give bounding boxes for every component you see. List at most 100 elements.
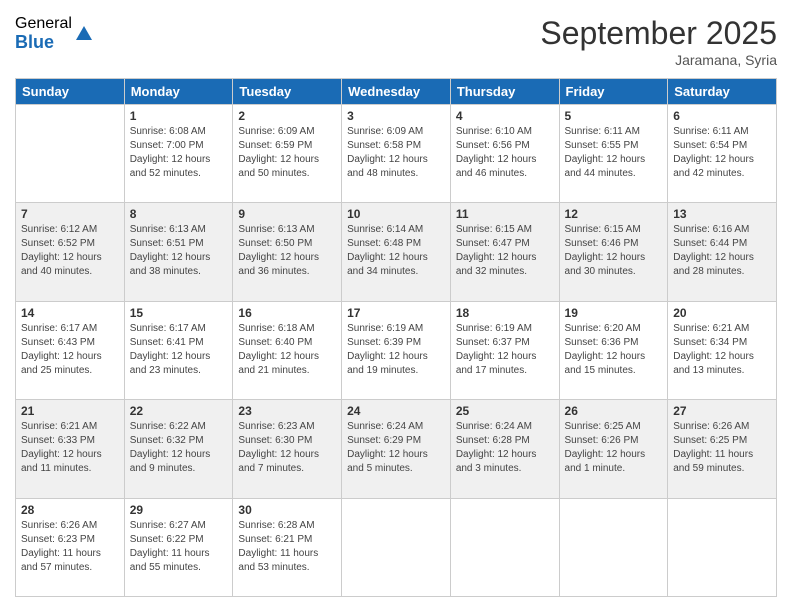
cell-content: Sunrise: 6:11 AMSunset: 6:54 PMDaylight:… xyxy=(673,125,771,181)
day-number: 28 xyxy=(21,503,119,517)
table-row xyxy=(342,498,451,596)
cell-content: Sunrise: 6:22 AMSunset: 6:32 PMDaylight:… xyxy=(130,420,228,476)
page: General Blue September 2025 Jaramana, Sy… xyxy=(0,0,792,612)
table-row: 5Sunrise: 6:11 AMSunset: 6:55 PMDaylight… xyxy=(559,105,668,203)
cell-content: Sunrise: 6:09 AMSunset: 6:59 PMDaylight:… xyxy=(238,125,336,181)
col-friday: Friday xyxy=(559,79,668,105)
day-number: 3 xyxy=(347,109,445,123)
cell-content: Sunrise: 6:24 AMSunset: 6:28 PMDaylight:… xyxy=(456,420,554,476)
table-row xyxy=(668,498,777,596)
calendar-week-row: 28 Sunrise: 6:26 AMSunset: 6:23 PMDayligh… xyxy=(16,498,777,596)
calendar-week-row: 14 Sunrise: 6:17 AMSunset: 6:43 PMDayligh… xyxy=(16,301,777,399)
col-saturday: Saturday xyxy=(668,79,777,105)
table-row: 26 Sunrise: 6:25 AMSunset: 6:26 PMDayligh… xyxy=(559,400,668,498)
cell-content: Sunrise: 6:18 AMSunset: 6:40 PMDaylight:… xyxy=(238,322,336,378)
col-wednesday: Wednesday xyxy=(342,79,451,105)
day-number: 25 xyxy=(456,404,554,418)
table-row: 12Sunrise: 6:15 AMSunset: 6:46 PMDayligh… xyxy=(559,203,668,301)
cell-content: Sunrise: 6:26 AMSunset: 6:23 PMDaylight:… xyxy=(21,519,119,575)
day-number: 13 xyxy=(673,207,771,221)
cell-content: Sunrise: 6:09 AMSunset: 6:58 PMDaylight:… xyxy=(347,125,445,181)
table-row: 18 Sunrise: 6:19 AMSunset: 6:37 PMDayligh… xyxy=(450,301,559,399)
day-number: 24 xyxy=(347,404,445,418)
day-number: 16 xyxy=(238,306,336,320)
cell-content: Sunrise: 6:08 AMSunset: 7:00 PMDaylight:… xyxy=(130,125,228,181)
day-number: 22 xyxy=(130,404,228,418)
logo-icon xyxy=(74,24,94,44)
day-number: 27 xyxy=(673,404,771,418)
table-row: 4 Sunrise: 6:10 AMSunset: 6:56 PMDaylight… xyxy=(450,105,559,203)
table-row: 2 Sunrise: 6:09 AMSunset: 6:59 PMDaylight… xyxy=(233,105,342,203)
table-row: 8 Sunrise: 6:13 AMSunset: 6:51 PMDaylight… xyxy=(124,203,233,301)
day-number: 2 xyxy=(238,109,336,123)
cell-content: Sunrise: 6:17 AMSunset: 6:41 PMDaylight:… xyxy=(130,322,228,378)
table-row: 15 Sunrise: 6:17 AMSunset: 6:41 PMDayligh… xyxy=(124,301,233,399)
day-number: 1 xyxy=(130,109,228,123)
cell-content: Sunrise: 6:19 AMSunset: 6:39 PMDaylight:… xyxy=(347,322,445,378)
day-number: 23 xyxy=(238,404,336,418)
calendar-week-row: 1 Sunrise: 6:08 AMSunset: 7:00 PMDaylight… xyxy=(16,105,777,203)
day-number: 21 xyxy=(21,404,119,418)
table-row: 10Sunrise: 6:14 AMSunset: 6:48 PMDayligh… xyxy=(342,203,451,301)
day-number: 10 xyxy=(347,207,445,221)
table-row: 3 Sunrise: 6:09 AMSunset: 6:58 PMDaylight… xyxy=(342,105,451,203)
day-number: 18 xyxy=(456,306,554,320)
month-title: September 2025 xyxy=(540,15,777,52)
day-number: 15 xyxy=(130,306,228,320)
table-row: 23Sunrise: 6:23 AMSunset: 6:30 PMDayligh… xyxy=(233,400,342,498)
table-row: 29 Sunrise: 6:27 AMSunset: 6:22 PMDayligh… xyxy=(124,498,233,596)
day-number: 14 xyxy=(21,306,119,320)
day-number: 8 xyxy=(130,207,228,221)
table-row: 24 Sunrise: 6:24 AMSunset: 6:29 PMDayligh… xyxy=(342,400,451,498)
cell-content: Sunrise: 6:15 AMSunset: 6:46 PMDaylight:… xyxy=(565,223,663,279)
table-row: 17 Sunrise: 6:19 AMSunset: 6:39 PMDayligh… xyxy=(342,301,451,399)
table-row: 19 Sunrise: 6:20 AMSunset: 6:36 PMDayligh… xyxy=(559,301,668,399)
table-row xyxy=(559,498,668,596)
cell-content: Sunrise: 6:13 AMSunset: 6:50 PMDaylight:… xyxy=(238,223,336,279)
day-number: 6 xyxy=(673,109,771,123)
table-row: 7Sunrise: 6:12 AMSunset: 6:52 PMDaylight… xyxy=(16,203,125,301)
cell-content: Sunrise: 6:15 AMSunset: 6:47 PMDaylight:… xyxy=(456,223,554,279)
cell-content: Sunrise: 6:11 AMSunset: 6:55 PMDaylight:… xyxy=(565,125,663,181)
cell-content: Sunrise: 6:13 AMSunset: 6:51 PMDaylight:… xyxy=(130,223,228,279)
table-row: 16 Sunrise: 6:18 AMSunset: 6:40 PMDayligh… xyxy=(233,301,342,399)
cell-content: Sunrise: 6:19 AMSunset: 6:37 PMDaylight:… xyxy=(456,322,554,378)
day-number: 11 xyxy=(456,207,554,221)
header: General Blue September 2025 Jaramana, Sy… xyxy=(15,15,777,68)
cell-content: Sunrise: 6:20 AMSunset: 6:36 PMDaylight:… xyxy=(565,322,663,378)
cell-content: Sunrise: 6:10 AMSunset: 6:56 PMDaylight:… xyxy=(456,125,554,181)
cell-content: Sunrise: 6:17 AMSunset: 6:43 PMDaylight:… xyxy=(21,322,119,378)
logo: General Blue xyxy=(15,15,94,52)
day-number: 29 xyxy=(130,503,228,517)
table-row: 20Sunrise: 6:21 AMSunset: 6:34 PMDayligh… xyxy=(668,301,777,399)
table-row: 22 Sunrise: 6:22 AMSunset: 6:32 PMDayligh… xyxy=(124,400,233,498)
title-area: September 2025 Jaramana, Syria xyxy=(540,15,777,68)
subtitle: Jaramana, Syria xyxy=(540,52,777,68)
cell-content: Sunrise: 6:28 AMSunset: 6:21 PMDaylight:… xyxy=(238,519,336,575)
col-thursday: Thursday xyxy=(450,79,559,105)
cell-content: Sunrise: 6:26 AMSunset: 6:25 PMDaylight:… xyxy=(673,420,771,476)
calendar-week-row: 21Sunrise: 6:21 AMSunset: 6:33 PMDayligh… xyxy=(16,400,777,498)
table-row: 11 Sunrise: 6:15 AMSunset: 6:47 PMDayligh… xyxy=(450,203,559,301)
table-row: 9Sunrise: 6:13 AMSunset: 6:50 PMDaylight… xyxy=(233,203,342,301)
logo-general: General xyxy=(15,15,72,33)
day-number: 17 xyxy=(347,306,445,320)
day-number: 26 xyxy=(565,404,663,418)
table-row: 30 Sunrise: 6:28 AMSunset: 6:21 PMDayligh… xyxy=(233,498,342,596)
table-row: 21Sunrise: 6:21 AMSunset: 6:33 PMDayligh… xyxy=(16,400,125,498)
day-number: 7 xyxy=(21,207,119,221)
logo-text: General Blue xyxy=(15,15,72,52)
logo-blue: Blue xyxy=(15,33,72,53)
table-row: 1 Sunrise: 6:08 AMSunset: 7:00 PMDaylight… xyxy=(124,105,233,203)
col-sunday: Sunday xyxy=(16,79,125,105)
col-monday: Monday xyxy=(124,79,233,105)
cell-content: Sunrise: 6:27 AMSunset: 6:22 PMDaylight:… xyxy=(130,519,228,575)
calendar-week-row: 7Sunrise: 6:12 AMSunset: 6:52 PMDaylight… xyxy=(16,203,777,301)
day-number: 30 xyxy=(238,503,336,517)
day-number: 19 xyxy=(565,306,663,320)
cell-content: Sunrise: 6:24 AMSunset: 6:29 PMDaylight:… xyxy=(347,420,445,476)
cell-content: Sunrise: 6:25 AMSunset: 6:26 PMDaylight:… xyxy=(565,420,663,476)
day-number: 4 xyxy=(456,109,554,123)
table-row xyxy=(16,105,125,203)
table-row: 13Sunrise: 6:16 AMSunset: 6:44 PMDayligh… xyxy=(668,203,777,301)
